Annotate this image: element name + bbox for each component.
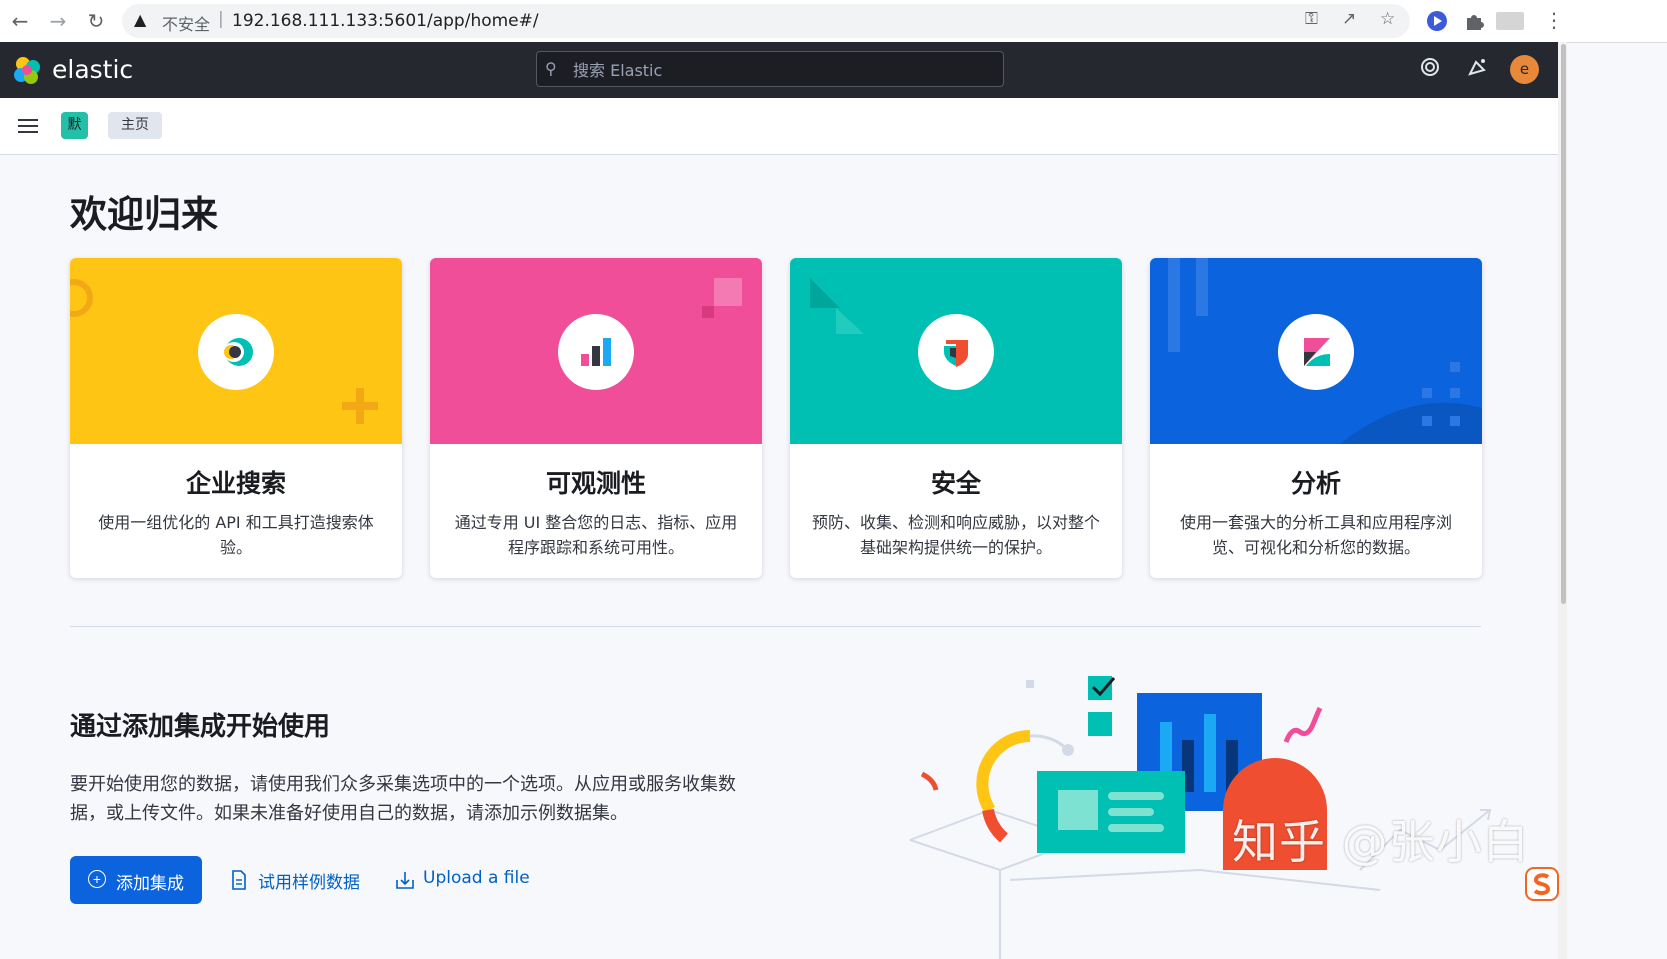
- key-icon[interactable]: ⚿: [1305, 9, 1318, 29]
- card-icon-circle: [198, 314, 274, 390]
- upload-icon: [396, 872, 414, 889]
- card-title: 分析: [1290, 469, 1341, 498]
- logo-text[interactable]: elastic: [52, 55, 133, 84]
- breadcrumb[interactable]: 主页: [108, 112, 162, 139]
- browser-toolbar: ← → ↻ ▲ 不安全 | 192.168.111.133:5601/app/h…: [0, 0, 1667, 43]
- section-divider: [70, 626, 1481, 627]
- arrow-right-icon[interactable]: →: [43, 6, 73, 36]
- card-description: 使用一套强大的分析工具和应用程序浏览、可视化和分析您的数据。: [1179, 513, 1452, 557]
- card-banner: [70, 258, 402, 444]
- security-shield-icon: [944, 340, 968, 367]
- news-feed-icon[interactable]: [1464, 56, 1490, 82]
- help-icon[interactable]: [1417, 56, 1443, 82]
- user-avatar[interactable]: e: [1510, 55, 1539, 84]
- card-description: 通过专用 UI 整合您的日志、指标、应用程序跟踪和系统可用性。: [454, 513, 738, 557]
- kibana-icon: [1304, 338, 1330, 366]
- space-avatar[interactable]: 默: [61, 112, 88, 139]
- integrations-heading: 通过添加集成开始使用: [70, 712, 331, 742]
- document-icon: [232, 870, 246, 890]
- card-icon-circle: [558, 314, 634, 390]
- hamburger-menu-icon[interactable]: [14, 112, 42, 140]
- global-search[interactable]: ⚲: [536, 51, 1004, 87]
- search-icon: ⚲: [545, 59, 557, 78]
- zhihu-watermark: 知乎 @张小白: [1232, 815, 1530, 869]
- integrations-description: 要开始使用您的数据，请使用我们众多采集选项中的一个选项。从应用或服务收集数据，或…: [70, 774, 736, 824]
- more-menu-icon[interactable]: ⋮: [1544, 8, 1564, 32]
- profile-icon[interactable]: [1496, 12, 1524, 30]
- card-description: 使用一组优化的 API 和工具打造搜索体验。: [98, 513, 374, 557]
- card-description: 预防、收集、检测和响应威胁，以对整个基础架构提供统一的保护。: [811, 513, 1100, 557]
- card-title: 安全: [930, 469, 981, 498]
- link-label: 试用样例数据: [258, 873, 360, 893]
- solution-card-enterprise-search[interactable]: 企业搜索 使用一组优化的 API 和工具打造搜索体验。: [70, 258, 402, 578]
- scrollbar-thumb[interactable]: [1561, 44, 1566, 604]
- app-header: elastic ⚲ e: [0, 42, 1558, 98]
- enterprise-search-icon: [224, 338, 253, 366]
- solution-card-analytics[interactable]: 分析 使用一套强大的分析工具和应用程序浏览、可视化和分析您的数据。: [1150, 258, 1482, 578]
- arrow-left-icon[interactable]: ←: [5, 6, 35, 36]
- card-banner: [1150, 258, 1482, 444]
- extension-play-icon[interactable]: [1424, 8, 1450, 34]
- solution-card-security[interactable]: 安全 预防、收集、检测和响应威胁，以对整个基础架构提供统一的保护。: [790, 258, 1122, 578]
- breadcrumb-bar: 默 主页: [0, 98, 1558, 155]
- star-icon[interactable]: ☆: [1380, 9, 1395, 29]
- observability-icon: [581, 338, 611, 366]
- address-bar[interactable]: ▲ 不安全 | 192.168.111.133:5601/app/home#/ …: [122, 4, 1410, 38]
- card-icon-circle: [918, 314, 994, 390]
- add-integrations-button[interactable]: + 添加集成: [70, 856, 202, 904]
- card-title: 可观测性: [545, 469, 646, 498]
- warning-icon[interactable]: ▲: [134, 10, 146, 29]
- page-title: 欢迎归来: [70, 193, 218, 236]
- solution-card-observability[interactable]: 可观测性 通过专用 UI 整合您的日志、指标、应用程序跟踪和系统可用性。: [430, 258, 762, 578]
- card-banner: [790, 258, 1122, 444]
- security-label[interactable]: 不安全: [162, 11, 210, 35]
- button-label: 添加集成: [116, 874, 184, 893]
- puzzle-icon[interactable]: [1461, 8, 1487, 34]
- sogou-ime-icon[interactable]: [1524, 866, 1560, 902]
- separator: |: [218, 9, 224, 29]
- card-banner: [430, 258, 762, 444]
- search-input[interactable]: [571, 57, 995, 83]
- url-text[interactable]: 192.168.111.133:5601/app/home#/: [232, 11, 539, 31]
- reload-icon[interactable]: ↻: [81, 6, 111, 36]
- link-label: Upload a file: [423, 868, 530, 888]
- card-title: 企业搜索: [185, 469, 286, 498]
- plus-circle-icon: +: [88, 870, 106, 888]
- card-icon-circle: [1278, 314, 1354, 390]
- elastic-logo-icon[interactable]: [12, 55, 42, 85]
- share-icon[interactable]: ↗: [1342, 9, 1356, 29]
